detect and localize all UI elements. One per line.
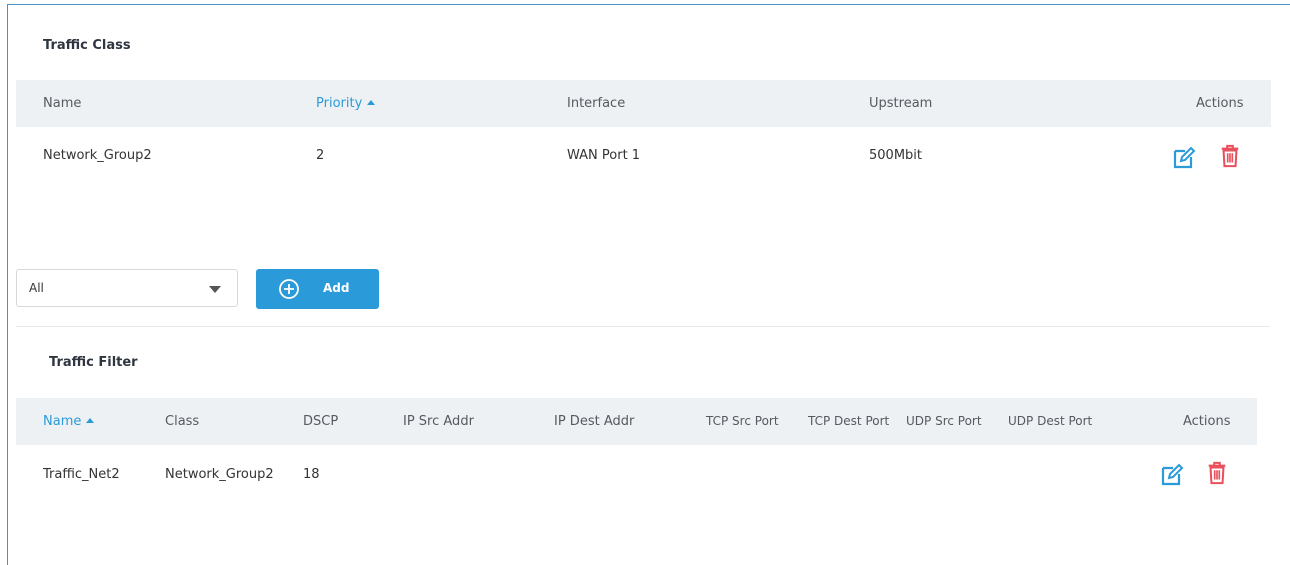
sort-ascending-icon [86,418,95,423]
col-udp-src-port[interactable]: UDP Src Port [906,414,982,428]
col-name[interactable]: Name [43,96,81,111]
col-tcp-dest-port[interactable]: TCP Dest Port [808,414,889,428]
col-name-label: Name [43,414,82,429]
cell-priority: 2 [316,148,325,163]
sort-ascending-icon [367,100,376,105]
col-actions: Actions [1183,414,1231,429]
edit-icon[interactable] [1172,146,1196,170]
add-button[interactable]: Add [256,269,379,309]
col-priority-label: Priority [316,96,363,111]
col-dscp[interactable]: DSCP [303,414,338,429]
plus-circle-icon [279,279,299,299]
col-tcp-src-port[interactable]: TCP Src Port [706,414,779,428]
col-actions: Actions [1196,96,1244,111]
cell-upstream: 500Mbit [869,148,922,163]
cell-class: Network_Group2 [165,467,274,482]
cell-interface: WAN Port 1 [567,148,641,163]
col-ip-dest-addr[interactable]: IP Dest Addr [554,414,634,429]
col-priority[interactable]: Priority [316,96,376,111]
edit-icon[interactable] [1160,463,1184,487]
traffic-filter-title: Traffic Filter [49,355,138,370]
section-divider [16,326,1270,327]
chevron-down-icon [209,286,221,293]
filter-select[interactable]: All [16,269,238,307]
cell-name: Network_Group2 [43,148,152,163]
cell-name: Traffic_Net2 [43,467,120,482]
trash-icon[interactable] [1218,144,1242,168]
col-class[interactable]: Class [165,414,199,429]
trash-icon[interactable] [1205,461,1229,485]
traffic-filter-header: Name Class DSCP IP Src Addr IP Dest Addr… [16,398,1257,445]
col-name[interactable]: Name [43,414,95,429]
traffic-class-title: Traffic Class [43,38,131,53]
filter-select-value: All [29,281,44,295]
col-interface[interactable]: Interface [567,96,625,111]
col-upstream[interactable]: Upstream [869,96,932,111]
add-button-label: Add [323,281,350,295]
col-udp-dest-port[interactable]: UDP Dest Port [1008,414,1092,428]
cell-dscp: 18 [303,467,320,482]
traffic-class-header: Name Priority Interface Upstream Actions [16,80,1271,127]
col-ip-src-addr[interactable]: IP Src Addr [403,414,474,429]
